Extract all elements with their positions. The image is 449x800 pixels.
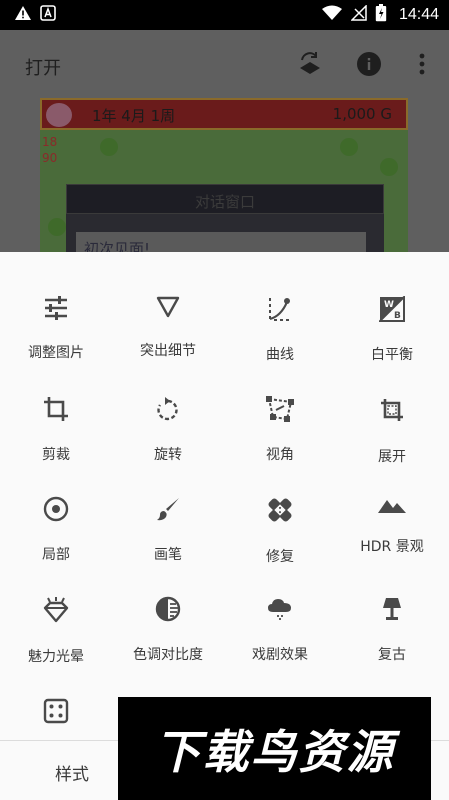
bush-decoration (340, 138, 358, 156)
white-balance-icon: WB (377, 296, 407, 322)
preview-stat-2: 90 (42, 151, 58, 165)
tool-drama[interactable]: 戏剧效果 (224, 552, 336, 663)
crop-icon (41, 396, 71, 422)
drama-cloud-icon (265, 596, 295, 622)
preview-stat-1: 18 (42, 135, 58, 149)
perspective-icon (265, 396, 295, 422)
glamour-glow-icon (41, 596, 71, 624)
notification-a-icon (40, 5, 56, 25)
preview-header-bar: 1年 4月 1周 1,000 G (40, 98, 408, 130)
details-triangle-icon (153, 296, 183, 318)
tab-styles[interactable]: 样式 (55, 760, 89, 785)
tool-tune-image[interactable]: 调整图片 (0, 252, 112, 361)
tool-label: 复古 (378, 647, 406, 663)
preview-stats: 18 90 (42, 134, 57, 166)
tool-curves[interactable]: 曲线 (224, 252, 336, 363)
status-time: 14:44 (398, 6, 439, 23)
dice-icon (41, 696, 71, 726)
open-button[interactable]: 打开 (25, 54, 61, 80)
status-bar: 14:44 (0, 0, 449, 30)
preview-date: 1年 4月 1周 (92, 107, 176, 125)
expand-icon (377, 396, 407, 424)
app-bar-scrim[interactable]: 打开 1年 4月 1周 1,000 G 18 90 对话窗口 初次见面! (0, 30, 449, 252)
signal-icon (350, 4, 367, 25)
tool-crop[interactable]: 剪裁 (0, 352, 112, 463)
tool-white-balance[interactable]: WB 白平衡 (336, 252, 448, 363)
tool-perspective[interactable]: 视角 (224, 352, 336, 463)
tool-glamour-glow[interactable]: 魅力光晕 (0, 552, 112, 665)
selective-icon (41, 496, 71, 522)
battery-icon (375, 4, 387, 26)
tool-details[interactable]: 突出细节 (112, 252, 224, 359)
tool-rotate[interactable]: 旋转 (112, 352, 224, 463)
vintage-lamp-icon (377, 596, 407, 622)
watermark-text: 下载鸟资源 (154, 724, 395, 779)
curves-icon (265, 296, 295, 322)
brush-icon (153, 496, 183, 522)
watermark-banner: 下载鸟资源 (118, 697, 431, 800)
character-avatar (46, 103, 72, 127)
layers-icon[interactable] (296, 50, 324, 78)
image-preview: 1年 4月 1周 1,000 G 18 90 对话窗口 初次见面! (40, 98, 408, 252)
dialog-title: 对话窗口 (194, 193, 255, 211)
tune-sliders-icon (41, 296, 71, 320)
hdr-landscape-icon (377, 496, 407, 514)
tool-label: 戏剧效果 (252, 647, 308, 663)
tool-selective[interactable]: 局部 (0, 452, 112, 563)
dialog-body: 初次见面! (66, 214, 384, 252)
bush-decoration (48, 218, 66, 236)
svg-text:W: W (384, 300, 394, 310)
tool-vintage[interactable]: 复古 (336, 552, 448, 663)
warning-icon (14, 5, 32, 25)
tool-brush[interactable]: 画笔 (112, 452, 224, 563)
wifi-icon (321, 5, 343, 25)
tool-healing[interactable]: 修复 (224, 452, 336, 565)
bush-decoration (380, 158, 398, 176)
tonal-contrast-icon (153, 596, 183, 622)
bush-decoration (100, 138, 118, 156)
more-vert-icon[interactable] (408, 50, 436, 78)
healing-icon (265, 496, 295, 524)
tool-tonal-contrast[interactable]: 色调对比度 (112, 552, 224, 663)
dialog-header: 对话窗口 (66, 184, 384, 214)
svg-text:B: B (394, 311, 401, 321)
info-icon[interactable] (355, 50, 383, 78)
tool-hdr-scape[interactable]: HDR 景观 (336, 452, 448, 555)
tool-grainy[interactable] (0, 652, 112, 748)
tool-label: 色调对比度 (133, 647, 203, 663)
tool-expand[interactable]: 展开 (336, 352, 448, 465)
preview-gold: 1,000 G (332, 105, 392, 123)
rotate-icon (153, 396, 183, 422)
dialog-text: 初次见面! (76, 232, 366, 252)
